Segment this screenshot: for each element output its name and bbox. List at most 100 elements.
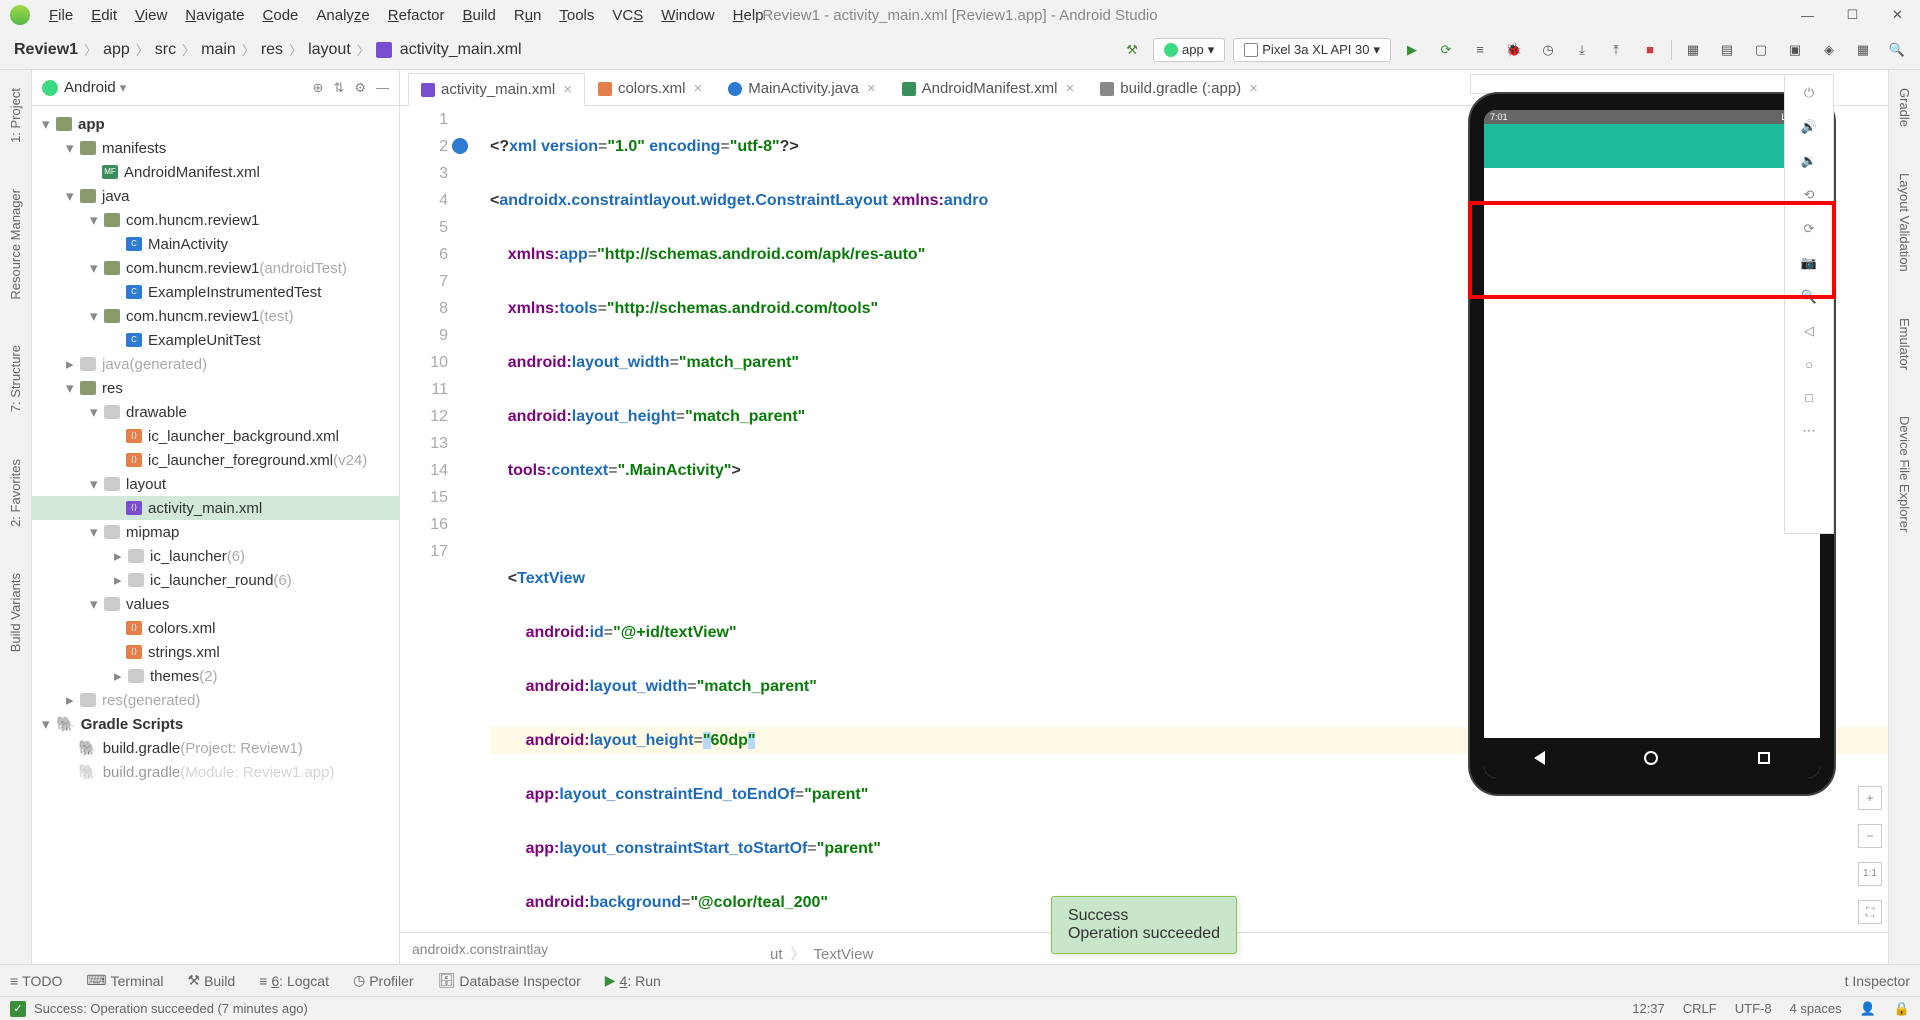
tree-ic-fg[interactable]: ⟨⟩ic_launcher_foreground.xml (v24) bbox=[32, 448, 399, 472]
tool-layout-inspector[interactable]: t Inspector bbox=[1845, 973, 1910, 989]
tool-profiler[interactable]: ◷Profiler bbox=[353, 972, 414, 989]
project-view-selector[interactable]: Android bbox=[64, 79, 116, 96]
tree-activity-main[interactable]: ⟨⟩activity_main.xml bbox=[32, 496, 399, 520]
tree-colors[interactable]: ⟨⟩colors.xml bbox=[32, 616, 399, 640]
sync3-button[interactable]: ◈ bbox=[1816, 37, 1842, 63]
menu-view[interactable]: View bbox=[126, 7, 176, 24]
tab-colors[interactable]: colors.xml× bbox=[585, 72, 715, 105]
close-tab-icon[interactable]: × bbox=[867, 80, 876, 97]
menu-vcs[interactable]: VCS bbox=[603, 7, 652, 24]
emu-overview-icon[interactable]: □ bbox=[1805, 390, 1813, 405]
emu-power-icon[interactable]: ⏻ bbox=[1804, 85, 1814, 101]
menu-navigate[interactable]: Navigate bbox=[176, 7, 253, 24]
window-maximize-button[interactable]: ☐ bbox=[1830, 0, 1875, 30]
emulator-panel[interactable]: — ☐ × 7:01 LTE ◢ ▮ bbox=[1470, 74, 1834, 794]
profile-button[interactable]: ◷ bbox=[1535, 37, 1561, 63]
tree-ic-launcher[interactable]: ▸ic_launcher (6) bbox=[32, 544, 399, 568]
breadcrumb-src[interactable]: src bbox=[151, 41, 180, 59]
tree-pkg-androidtest[interactable]: ▾com.huncm.review1 (androidTest) bbox=[32, 256, 399, 280]
lock-icon[interactable]: 🔒 bbox=[1894, 1001, 1910, 1017]
attach2-button[interactable]: ⤒ bbox=[1603, 37, 1629, 63]
hide-icon[interactable]: — bbox=[376, 80, 389, 96]
tab-activity-main[interactable]: activity_main.xml× bbox=[408, 73, 585, 106]
menu-code[interactable]: Code bbox=[254, 7, 308, 24]
phone-screen[interactable]: 7:01 LTE ◢ ▮ bbox=[1484, 110, 1820, 778]
tree-unit-test[interactable]: CExampleUnitTest bbox=[32, 328, 399, 352]
avd-manager-button[interactable]: ▦ bbox=[1680, 37, 1706, 63]
tree-instrumented-test[interactable]: CExampleInstrumentedTest bbox=[32, 280, 399, 304]
tree-res-gen[interactable]: ▸res (generated) bbox=[32, 688, 399, 712]
breadcrumb-project[interactable]: Review1 bbox=[10, 41, 82, 59]
sync2-button[interactable]: ▣ bbox=[1782, 37, 1808, 63]
tree-gradle-scripts[interactable]: ▾🐘Gradle Scripts bbox=[32, 712, 399, 736]
tree-manifest-file[interactable]: MFAndroidManifest.xml bbox=[32, 160, 399, 184]
tool-terminal[interactable]: ⌨Terminal bbox=[86, 972, 163, 989]
emu-rotate-left-icon[interactable]: ⟲ bbox=[1804, 187, 1815, 203]
tree-drawable[interactable]: ▾drawable bbox=[32, 400, 399, 424]
tab-layout-validation[interactable]: Layout Validation bbox=[1895, 165, 1914, 280]
phone-home-icon[interactable] bbox=[1644, 751, 1658, 765]
breadcrumb-main[interactable]: main bbox=[197, 41, 240, 59]
tree-layout[interactable]: ▾layout bbox=[32, 472, 399, 496]
zoom-expand-button[interactable]: ⛶ bbox=[1858, 900, 1882, 924]
tab-gradle[interactable]: Gradle bbox=[1895, 80, 1914, 135]
tab-resource-manager[interactable]: Resource Manager bbox=[6, 181, 25, 308]
tree-strings[interactable]: ⟨⟩strings.xml bbox=[32, 640, 399, 664]
close-tab-icon[interactable]: × bbox=[1066, 80, 1075, 97]
tree-values[interactable]: ▾values bbox=[32, 592, 399, 616]
tool-run[interactable]: ▶4: Run bbox=[605, 972, 661, 989]
tab-favorites[interactable]: 2: Favorites bbox=[6, 451, 25, 535]
apply-code-button[interactable]: ≡ bbox=[1467, 37, 1493, 63]
structure-button[interactable]: ▦ bbox=[1850, 37, 1876, 63]
menu-tools[interactable]: Tools bbox=[550, 7, 603, 24]
emu-zoom-icon[interactable]: 🔍 bbox=[1801, 289, 1817, 305]
window-minimize-button[interactable]: — bbox=[1785, 0, 1830, 30]
device-combo[interactable]: Pixel 3a XL API 30▾ bbox=[1233, 38, 1391, 62]
emu-home-icon[interactable]: ○ bbox=[1805, 357, 1813, 372]
debug-button[interactable]: 🐞 bbox=[1501, 37, 1527, 63]
tree-ic-bg[interactable]: ⟨⟩ic_launcher_background.xml bbox=[32, 424, 399, 448]
tab-project[interactable]: 1: Project bbox=[6, 80, 25, 151]
file-encoding[interactable]: UTF-8 bbox=[1735, 1001, 1772, 1017]
close-tab-icon[interactable]: × bbox=[563, 81, 572, 98]
tab-device-file-explorer[interactable]: Device File Explorer bbox=[1895, 408, 1914, 540]
breadcrumb-res[interactable]: res bbox=[257, 41, 287, 59]
tab-build-variants[interactable]: Build Variants bbox=[6, 565, 25, 660]
run-button[interactable]: ▶ bbox=[1399, 37, 1425, 63]
menu-edit[interactable]: Edit bbox=[82, 7, 126, 24]
apply-changes-button[interactable]: ⟳ bbox=[1433, 37, 1459, 63]
menu-refactor[interactable]: Refactor bbox=[379, 7, 454, 24]
tree-java[interactable]: ▾java bbox=[32, 184, 399, 208]
window-close-button[interactable]: ✕ bbox=[1875, 0, 1920, 30]
tree-java-gen[interactable]: ▸java (generated) bbox=[32, 352, 399, 376]
phone-back-icon[interactable] bbox=[1534, 751, 1545, 765]
breadcrumb-file[interactable]: activity_main.xml bbox=[396, 41, 526, 59]
tree-main-activity[interactable]: CMainActivity bbox=[32, 232, 399, 256]
breadcrumb-layout[interactable]: layout bbox=[304, 41, 355, 59]
tree-pkg-main[interactable]: ▾com.huncm.review1 bbox=[32, 208, 399, 232]
close-tab-icon[interactable]: × bbox=[1249, 80, 1258, 97]
menu-file[interactable]: FFileile bbox=[40, 7, 82, 24]
close-tab-icon[interactable]: × bbox=[693, 80, 702, 97]
emu-volume-down-icon[interactable]: 🔉 bbox=[1801, 153, 1817, 169]
zoom-fit-button[interactable]: 1:1 bbox=[1858, 862, 1882, 886]
emu-volume-up-icon[interactable]: 🔊 bbox=[1801, 119, 1817, 135]
menu-analyze[interactable]: Analyze bbox=[307, 7, 378, 24]
tool-todo[interactable]: ≡TODO bbox=[10, 973, 62, 989]
tree-manifests[interactable]: ▾manifests bbox=[32, 136, 399, 160]
menu-window[interactable]: Window bbox=[652, 7, 723, 24]
menu-run[interactable]: Run bbox=[505, 7, 551, 24]
tab-build-gradle[interactable]: build.gradle (:app)× bbox=[1087, 72, 1271, 105]
tree-res[interactable]: ▾res bbox=[32, 376, 399, 400]
tree-pkg-test[interactable]: ▾com.huncm.review1 (test) bbox=[32, 304, 399, 328]
tree-mipmap[interactable]: ▾mipmap bbox=[32, 520, 399, 544]
caret-position[interactable]: 12:37 bbox=[1632, 1001, 1665, 1017]
select-opened-icon[interactable]: ⊕ bbox=[313, 80, 324, 96]
inspection-icon[interactable]: 👤 bbox=[1860, 1001, 1876, 1017]
tool-database-inspector[interactable]: 🗄Database Inspector bbox=[438, 972, 581, 989]
tree-build-gradle-mod[interactable]: 🐘build.gradle (Module: Review1.app) bbox=[32, 760, 399, 784]
tab-mainactivity[interactable]: MainActivity.java× bbox=[715, 72, 888, 105]
tree-build-gradle-proj[interactable]: 🐘build.gradle (Project: Review1) bbox=[32, 736, 399, 760]
tab-emulator[interactable]: Emulator bbox=[1895, 310, 1914, 378]
breadcrumb-app[interactable]: app bbox=[99, 41, 134, 59]
